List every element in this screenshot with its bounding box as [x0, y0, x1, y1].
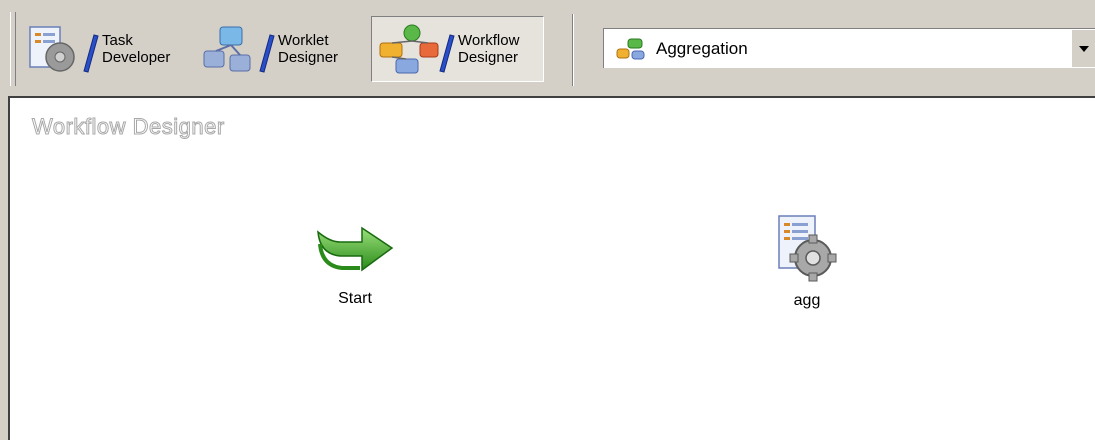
worklet-designer-label: Worklet Designer [278, 32, 339, 66]
session-task[interactable]: agg [762, 212, 852, 310]
workflow-designer-icon [379, 24, 455, 74]
toolbar-separator [572, 14, 574, 86]
task-developer-button[interactable]: Task Developer [24, 16, 186, 82]
task-developer-icon [29, 26, 99, 73]
start-task[interactable]: Start [300, 220, 410, 308]
session-gear-icon [778, 215, 837, 282]
workflow-select[interactable]: Aggregation [603, 28, 1095, 68]
canvas-title: Workflow Designer [32, 114, 225, 140]
workflow-icon [616, 38, 645, 59]
workflow-canvas[interactable]: Workflow Designer Start agg [8, 96, 1095, 440]
start-task-label: Start [338, 290, 372, 307]
task-developer-label: Task Developer [102, 32, 171, 66]
workflow-designer-button[interactable]: Workflow Designer [371, 16, 544, 82]
workflow-designer-label: Workflow Designer [458, 32, 520, 66]
designer-toolbar: Task Developer Worklet Designer Workflow… [0, 0, 1095, 92]
workflow-select-value: Aggregation [656, 38, 748, 58]
dropdown-arrow-button[interactable] [1071, 29, 1095, 67]
worklet-designer-icon [203, 26, 275, 73]
session-task-label: agg [793, 292, 821, 309]
worklet-designer-button[interactable]: Worklet Designer [198, 16, 358, 82]
start-arrow-icon [317, 226, 394, 272]
chevron-down-icon [1078, 45, 1089, 52]
toolbar-grip[interactable] [10, 12, 16, 86]
